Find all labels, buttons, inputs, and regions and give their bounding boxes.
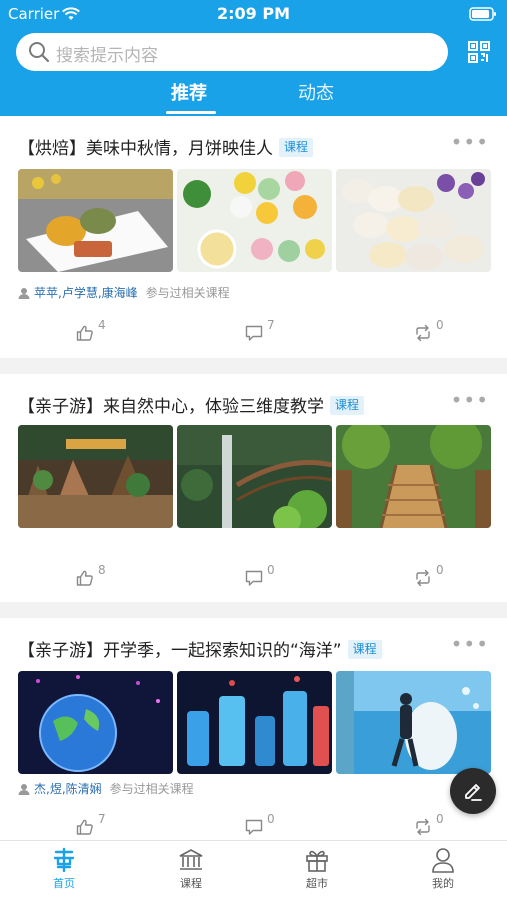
- participants-line: 苹苹,卢学慧,康海峰 参与过相关课程: [18, 284, 230, 302]
- like-count: 4: [98, 318, 106, 332]
- mooncakes-on-plate-image[interactable]: [18, 169, 173, 272]
- repost-icon: [414, 818, 432, 840]
- share-button[interactable]: 0: [414, 563, 444, 591]
- feed-card[interactable]: 【亲子游】来自然中心，体验三维度教学 课程 ••• 8 0 0: [0, 374, 507, 602]
- nav-profile-label: 我的: [432, 877, 454, 890]
- nav-home[interactable]: 首页: [24, 847, 104, 891]
- search-placeholder[interactable]: 搜索提示内容: [56, 41, 158, 66]
- more-options-icon[interactable]: •••: [451, 130, 489, 154]
- course-tag: 课程: [347, 639, 382, 659]
- indoor-waterfall-walkway-image[interactable]: [177, 425, 332, 528]
- header: Carrier 2:09 PM 搜索提示内容 推荐 动态: [0, 0, 507, 116]
- participants-suffix: 参与过相关课程: [145, 286, 230, 300]
- nav-market[interactable]: 超市: [277, 847, 357, 891]
- qr-scan-icon[interactable]: [467, 40, 491, 68]
- thumbs-up-icon: [76, 819, 94, 840]
- card-images: [18, 425, 491, 528]
- aquarium-tanks-image[interactable]: [177, 671, 332, 774]
- nav-course-label: 课程: [180, 877, 202, 890]
- like-button[interactable]: 7: [76, 812, 106, 840]
- nature-center-entrance-image[interactable]: [18, 425, 173, 528]
- active-tab-indicator: [166, 111, 216, 114]
- participant-names[interactable]: 杰,煜,陈清娴: [34, 782, 102, 796]
- like-count: 8: [98, 563, 106, 577]
- thumbs-up-icon: [76, 570, 94, 591]
- share-button[interactable]: 0: [414, 318, 444, 346]
- flower-mooncakes-with-tea-image[interactable]: [177, 169, 332, 272]
- profile-icon: [403, 847, 483, 873]
- comment-icon: [245, 570, 263, 591]
- tab-activity[interactable]: 动态: [298, 79, 334, 105]
- nav-market-label: 超市: [306, 877, 328, 890]
- status-bar: Carrier 2:09 PM: [0, 0, 507, 28]
- rope-bridge-canopy-image[interactable]: [336, 425, 491, 528]
- tab-bar: 推荐 动态: [0, 76, 507, 116]
- share-count: 0: [436, 318, 444, 332]
- card-actions: 4 7 0: [0, 318, 507, 354]
- share-button[interactable]: 0: [414, 812, 444, 840]
- bottom-nav: 首页 课程 超市 我的: [0, 840, 507, 901]
- nav-home-label: 首页: [53, 877, 75, 890]
- course-tag: 课程: [330, 395, 365, 415]
- card-images: [18, 169, 491, 272]
- card-title-text: 【亲子游】来自然中心，体验三维度教学: [18, 397, 324, 417]
- card-images: [18, 671, 491, 774]
- user-icon: [18, 783, 30, 798]
- feed-card[interactable]: 【亲子游】开学季，一起探索知识的“海洋” 课程 ••• 杰,煜,陈清娴 参与过相关课…: [0, 618, 507, 863]
- course-tag: 课程: [279, 137, 314, 157]
- like-button[interactable]: 4: [76, 318, 106, 346]
- thumbs-up-icon: [76, 325, 94, 346]
- feed-card[interactable]: 【烘焙】美味中秋情，月饼映佳人 课程 ••• 苹苹,卢学慧,康海峰 参与过相关课程 …: [0, 116, 507, 358]
- card-actions: 8 0 0: [0, 563, 507, 599]
- comment-button[interactable]: 0: [245, 812, 275, 840]
- card-title-text: 【亲子游】开学季，一起探索知识的“海洋”: [18, 641, 342, 661]
- compose-button[interactable]: [450, 768, 496, 814]
- card-title[interactable]: 【烘焙】美味中秋情，月饼映佳人 课程: [18, 134, 314, 159]
- tab-recommend[interactable]: 推荐: [171, 79, 207, 105]
- repost-icon: [414, 569, 432, 591]
- battery-icon: [469, 6, 497, 25]
- home-icon: [24, 847, 104, 873]
- glowing-globe-image[interactable]: [18, 671, 173, 774]
- more-options-icon[interactable]: •••: [451, 632, 489, 656]
- gift-icon: [277, 847, 357, 873]
- card-title-text: 【烘焙】美味中秋情，月饼映佳人: [18, 139, 273, 159]
- comment-count: 0: [267, 812, 275, 826]
- nav-course[interactable]: 课程: [151, 847, 231, 891]
- card-title[interactable]: 【亲子游】开学季，一起探索知识的“海洋” 课程: [18, 636, 382, 661]
- search-icon: [28, 41, 50, 67]
- participants-suffix: 参与过相关课程: [109, 782, 194, 796]
- more-options-icon[interactable]: •••: [451, 388, 489, 412]
- share-count: 0: [436, 812, 444, 826]
- repost-icon: [414, 324, 432, 346]
- course-icon: [151, 847, 231, 873]
- comment-icon: [245, 325, 263, 346]
- like-count: 7: [98, 812, 106, 826]
- search-bar[interactable]: 搜索提示内容: [16, 33, 448, 71]
- comment-count: 7: [267, 318, 275, 332]
- feed: 【烘焙】美味中秋情，月饼映佳人 课程 ••• 苹苹,卢学慧,康海峰 参与过相关课程 …: [0, 116, 507, 863]
- nav-profile[interactable]: 我的: [403, 847, 483, 891]
- card-title[interactable]: 【亲子游】来自然中心，体验三维度教学 课程: [18, 392, 365, 417]
- like-button[interactable]: 8: [76, 563, 106, 591]
- comment-button[interactable]: 7: [245, 318, 275, 346]
- comment-count: 0: [267, 563, 275, 577]
- clock: 2:09 PM: [216, 4, 290, 23]
- snowskin-mooncakes-image[interactable]: [336, 169, 491, 272]
- user-icon: [18, 287, 30, 302]
- comment-button[interactable]: 0: [245, 563, 275, 591]
- share-count: 0: [436, 563, 444, 577]
- diver-with-beluga-image[interactable]: [336, 671, 491, 774]
- comment-icon: [245, 819, 263, 840]
- participants-line: 杰,煜,陈清娴 参与过相关课程: [18, 780, 194, 798]
- participant-names[interactable]: 苹苹,卢学慧,康海峰: [34, 286, 138, 300]
